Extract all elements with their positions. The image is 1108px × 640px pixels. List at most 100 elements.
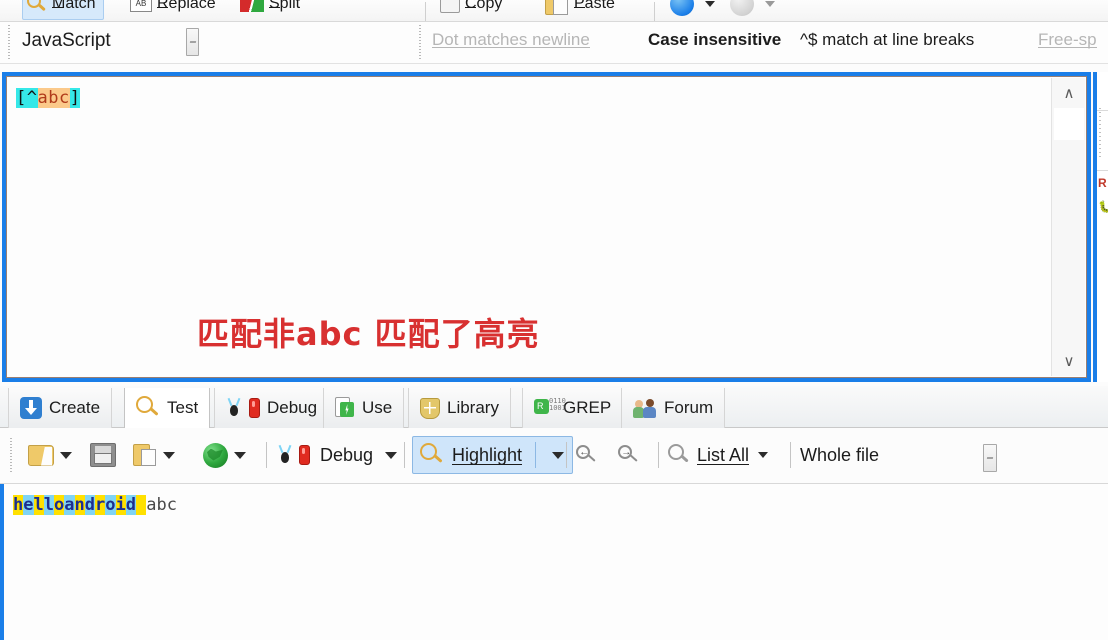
sliver-grip — [1099, 108, 1101, 160]
test-action-toolbar: Debug Highlight ← → List All Whole file — [0, 428, 1108, 484]
paste-button[interactable] — [133, 435, 175, 475]
scroll-down-icon[interactable]: ∨ — [1052, 346, 1086, 376]
options-bar: JavaScript Dot matches newline Case inse… — [0, 22, 1108, 64]
use-icon — [335, 397, 355, 419]
option-case-insensitive[interactable]: Case insensitive — [648, 30, 781, 50]
regex-text[interactable]: [^abc] — [16, 88, 81, 108]
highlight-dropdown-caret[interactable] — [552, 451, 565, 459]
tab-use-label: Use — [362, 398, 393, 417]
paste-dropdown-caret[interactable] — [163, 451, 175, 459]
toolbar-split-button[interactable]: Split — [240, 0, 300, 20]
actionbar-separator-4 — [658, 442, 659, 468]
regex-editor-frame[interactable]: [^abc] 匹配非abc 匹配了高亮 ∧ ∨ — [2, 72, 1091, 382]
scope-spinner[interactable] — [983, 444, 997, 472]
subject-segment-10: i — [115, 495, 126, 515]
bug-icon — [277, 444, 293, 465]
open-button[interactable] — [28, 435, 72, 475]
tab-test[interactable]: Test — [124, 388, 211, 429]
scrollbar-thumb[interactable] — [1054, 108, 1084, 140]
subject-segment-3: l — [43, 495, 54, 515]
toolbar-replace-label: Replace — [157, 0, 216, 13]
option-dot-matches-newline[interactable]: Dot matches newline — [432, 30, 590, 50]
toolbar-redo-button[interactable] — [730, 0, 775, 20]
magnifier-icon — [668, 444, 690, 466]
options-grip-mid — [419, 25, 421, 61]
tab-debug[interactable]: Debug — [214, 388, 330, 428]
magnifier-icon — [136, 396, 160, 420]
regex-flavor-label[interactable]: JavaScript — [22, 30, 111, 52]
tab-library-label: Library — [447, 398, 499, 417]
subject-segment-11: d — [125, 495, 136, 515]
tab-library[interactable]: Library — [408, 388, 511, 428]
tab-grep[interactable]: 01101001 GREP — [522, 388, 624, 428]
toolbar-split-label: Split — [269, 0, 300, 13]
option-free-spacing[interactable]: Free-sp — [1038, 30, 1097, 50]
regex-token-open-bracket: [ — [16, 88, 27, 108]
regex-token-negation-caret: ^ — [26, 88, 38, 108]
regex-flavor-spinner[interactable] — [186, 28, 199, 56]
toolbar-copy-button[interactable]: Copy — [440, 0, 502, 20]
actionbar-separator-5 — [790, 442, 791, 468]
regex-token-char-class: abc — [37, 88, 70, 108]
browser-button[interactable] — [203, 435, 246, 475]
subject-segment-6: n — [74, 495, 85, 515]
open-dropdown-caret[interactable] — [60, 451, 72, 459]
actionbar-separator-2 — [404, 442, 405, 468]
toolbar-separator-1 — [425, 2, 426, 21]
toolbar-paste-button[interactable]: Paste — [545, 0, 615, 20]
toolbar-match-label: Match — [52, 0, 96, 13]
tab-forum[interactable]: Forum — [621, 388, 726, 428]
toolbar-undo-button[interactable] — [670, 0, 715, 20]
tab-forum-label: Forum — [664, 398, 714, 417]
find-previous-button[interactable]: ← — [576, 435, 598, 475]
sliver-item-2[interactable]: 🐛 — [1098, 200, 1108, 216]
browser-dropdown-caret[interactable] — [234, 451, 246, 459]
library-icon — [420, 397, 440, 419]
save-button[interactable] — [90, 435, 116, 475]
highlight-button[interactable]: Highlight — [412, 436, 574, 474]
find-next-icon: → — [618, 445, 640, 465]
list-all-dropdown-caret[interactable] — [758, 452, 769, 458]
replace-icon: AB — [130, 0, 152, 12]
debug-button[interactable]: Debug — [277, 435, 398, 475]
debug-dropdown-caret[interactable] — [385, 451, 398, 459]
tab-create[interactable]: Create — [8, 388, 113, 428]
scope-label: Whole file — [800, 444, 880, 465]
find-next-button[interactable]: → — [618, 435, 640, 475]
open-folder-icon — [28, 444, 54, 466]
subject-segment-7: d — [84, 495, 95, 515]
highlight-split-divider — [535, 442, 537, 468]
main-tab-strip: Create Test Debug Use Library 01101001 G… — [0, 386, 1108, 429]
options-grip-left — [8, 25, 10, 61]
redo-dropdown-caret[interactable] — [765, 1, 775, 7]
actionbar-grip — [10, 438, 12, 474]
regex-editor[interactable]: [^abc] 匹配非abc 匹配了高亮 ∧ ∨ — [6, 76, 1087, 378]
globe-icon — [203, 442, 228, 468]
tab-grep-label: GREP — [563, 398, 612, 417]
subject-segment-0: h — [13, 495, 24, 515]
tab-test-label: Test — [167, 398, 199, 417]
forum-icon — [633, 398, 657, 419]
scope-selector[interactable]: Whole file — [800, 435, 879, 475]
paste-icon — [545, 0, 569, 16]
test-subject-area[interactable]: helloandroid abc — [0, 484, 1108, 640]
undo-dropdown-caret[interactable] — [705, 1, 715, 7]
toolbar-replace-button[interactable]: AB Replace — [130, 0, 216, 20]
subject-text[interactable]: helloandroid abc — [13, 494, 177, 516]
regexbuddy-window: Match AB Replace Split Copy Paste JavaSc… — [0, 0, 1108, 640]
tab-use[interactable]: Use — [323, 388, 405, 428]
highlight-dropdown[interactable] — [544, 451, 572, 459]
sliver-item-1[interactable]: R — [1098, 176, 1108, 192]
create-icon — [20, 397, 42, 419]
option-caret-dollar-line-breaks[interactable]: ^$ match at line breaks — [800, 30, 974, 50]
list-all-button[interactable]: List All — [668, 435, 769, 475]
top-toolbar: Match AB Replace Split Copy Paste — [0, 0, 1108, 22]
right-side-panel[interactable]: R 🐛 — [1093, 72, 1108, 382]
scroll-up-icon[interactable]: ∧ — [1052, 78, 1086, 108]
bug-icon — [226, 397, 242, 418]
actionbar-separator-1 — [266, 442, 267, 468]
toolbar-copy-label: Copy — [465, 0, 502, 13]
toolbar-match-button[interactable]: Match — [22, 0, 104, 20]
regex-editor-scrollbar[interactable]: ∧ ∨ — [1051, 78, 1085, 376]
paste-clipboard-icon — [133, 443, 157, 467]
